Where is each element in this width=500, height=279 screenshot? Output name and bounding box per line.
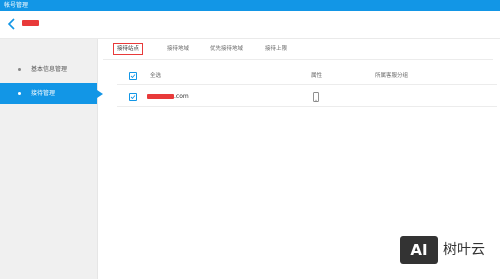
sidebar-item-reception[interactable]: 接待管理 [0,83,103,104]
checkmark-icon [130,74,136,79]
site-domain-suffix: .com [174,93,189,100]
watermark: AI 树叶云 [400,236,494,264]
redacted-site-name [147,94,174,99]
table-header: 全选 属性 所属客服分组 [117,68,497,85]
column-select-all: 全选 [150,73,162,79]
tab-reception-limit[interactable]: 接待上限 [265,44,287,54]
select-all-checkbox[interactable] [129,72,137,80]
window-title-bar: 帐号管理 [0,0,500,11]
watermark-text: 树叶云 [443,242,485,258]
sidebar-item-label: 基本信息管理 [31,66,68,73]
sidebar: 基本信息管理 接待管理 [0,39,103,279]
checkmark-icon [130,95,136,100]
window-title: 帐号管理 [4,2,29,9]
chevron-left-icon[interactable] [7,18,17,30]
mobile-phone-icon [313,92,319,102]
sidebar-item-basic-info[interactable]: 基本信息管理 [0,59,97,80]
row-checkbox[interactable] [129,93,137,101]
tab-reception-site[interactable]: 接待站点 [113,43,144,55]
bullet-icon [18,92,21,95]
tab-bar: 接待站点 接待地域 优先接待地域 接待上限 [103,38,493,60]
table-row[interactable]: .com [117,88,497,107]
watermark-logo: AI [400,236,438,264]
tab-priority-region[interactable]: 优先接待地域 [210,44,243,54]
bullet-icon [18,68,21,71]
column-attribute: 属性 [311,73,323,79]
column-service-group: 所属客服分组 [375,73,409,79]
header-bar [0,11,500,39]
redacted-account-name [22,20,39,26]
active-pointer-icon [97,90,103,98]
sidebar-item-label: 接待管理 [31,90,56,97]
tab-reception-region[interactable]: 接待地域 [167,44,189,54]
